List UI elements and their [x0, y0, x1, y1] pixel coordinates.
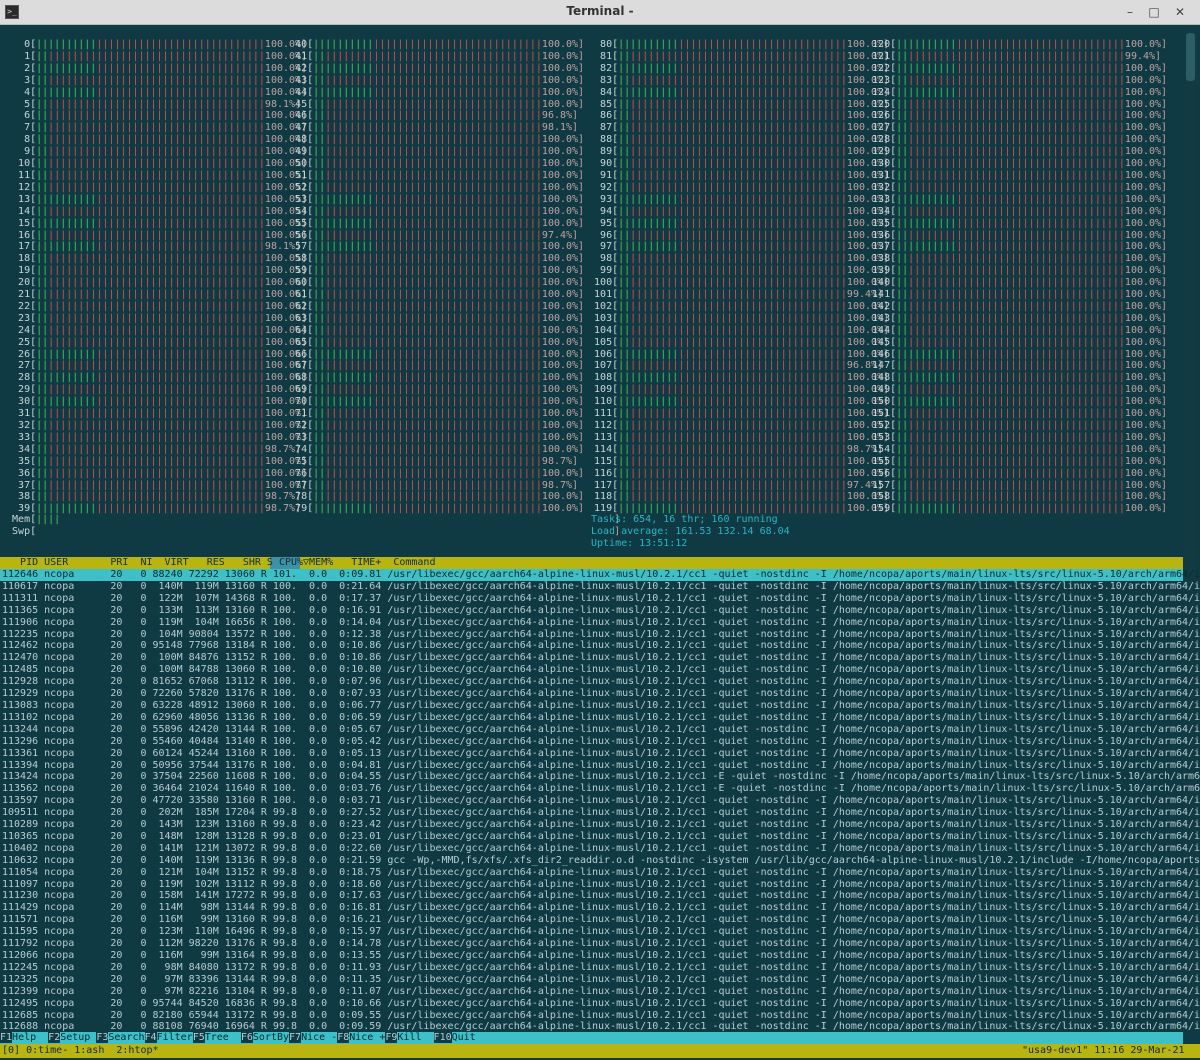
- fkey-label-f4[interactable]: Filter: [157, 1032, 193, 1043]
- fkey-f6[interactable]: F6: [240, 1032, 253, 1043]
- fkey-label-f6[interactable]: SortBy: [253, 1032, 289, 1043]
- window-title: Terminal -: [566, 4, 634, 18]
- process-list[interactable]: 112646 ncopa 20 0 88240 72292 13060 R 10…: [2, 569, 1200, 1033]
- minimize-button[interactable]: –: [1122, 4, 1138, 20]
- fkey-f8[interactable]: F8: [337, 1032, 350, 1043]
- fkey-label-f3[interactable]: Search: [108, 1032, 144, 1043]
- cpu-meters-column-2: 40[|||||||||||||||||||||||||||||||||||||…: [277, 39, 585, 515]
- fkey-f1[interactable]: F1: [0, 1032, 13, 1043]
- tasks-load-uptime: Tasks: 654, 16 thr; 160 running Load ave…: [591, 514, 790, 549]
- fkey-label-f2[interactable]: Setup: [60, 1032, 96, 1043]
- process-header-text[interactable]: PID USER PRI NI VIRT RES SHR S CPU%▽MEM%…: [2, 557, 435, 569]
- fkey-f9[interactable]: F9: [385, 1032, 398, 1043]
- scrollbar-thumb[interactable]: [1186, 33, 1195, 81]
- fkey-f2[interactable]: F2: [48, 1032, 61, 1043]
- process-table-header[interactable]: PID USER PRI NI VIRT RES SHR S CPU%▽MEM%…: [0, 557, 1183, 569]
- mem-swap-meters: Mem[|||| ] Swp[]: [0, 514, 621, 537]
- function-key-bar: F1Help F2Setup F3SearchF4FilterF5Tree F6…: [0, 1032, 1183, 1044]
- tmux-status-bar: [0] 0:time- 1:ash 2:htop* "usa9-dev1" 11…: [0, 1044, 1200, 1058]
- tmux-host-clock: "usa9-dev1" 11:16 29-Mar-21: [1022, 1045, 1185, 1056]
- maximize-button[interactable]: □: [1146, 4, 1162, 20]
- cpu-meters-column-3: 80[|||||||||||||||||||||||||||||||||||||…: [582, 39, 890, 515]
- tmux-windows[interactable]: [0] 0:time- 1:ash 2:htop*: [2, 1045, 159, 1057]
- fkey-f5[interactable]: F5: [192, 1032, 205, 1043]
- fkey-f10[interactable]: F10: [433, 1032, 452, 1043]
- fkey-label-f5[interactable]: Tree: [205, 1032, 241, 1043]
- fkey-f3[interactable]: F3: [96, 1032, 109, 1043]
- cpu-meters-column-1: 0[||||||||||||||||||||||||||||||||||||||…: [0, 39, 308, 515]
- fkey-label-f10[interactable]: Quit: [452, 1032, 476, 1043]
- cpu-meters-column-4: 120[||||||||||||||||||||||||||||||||||||…: [860, 39, 1168, 515]
- close-button[interactable]: ✕: [1172, 4, 1188, 20]
- function-keys: F1Help F2Setup F3SearchF4FilterF5Tree F6…: [0, 1032, 476, 1044]
- fkey-label-f9[interactable]: Kill: [397, 1032, 433, 1043]
- fkey-label-f1[interactable]: Help: [12, 1032, 48, 1043]
- fkey-f4[interactable]: F4: [144, 1032, 157, 1043]
- fkey-f7[interactable]: F7: [289, 1032, 302, 1043]
- fkey-label-f7[interactable]: Nice -: [301, 1032, 337, 1043]
- fkey-label-f8[interactable]: Nice +: [349, 1032, 385, 1043]
- window-titlebar: >_ Terminal - – □ ✕: [0, 0, 1200, 25]
